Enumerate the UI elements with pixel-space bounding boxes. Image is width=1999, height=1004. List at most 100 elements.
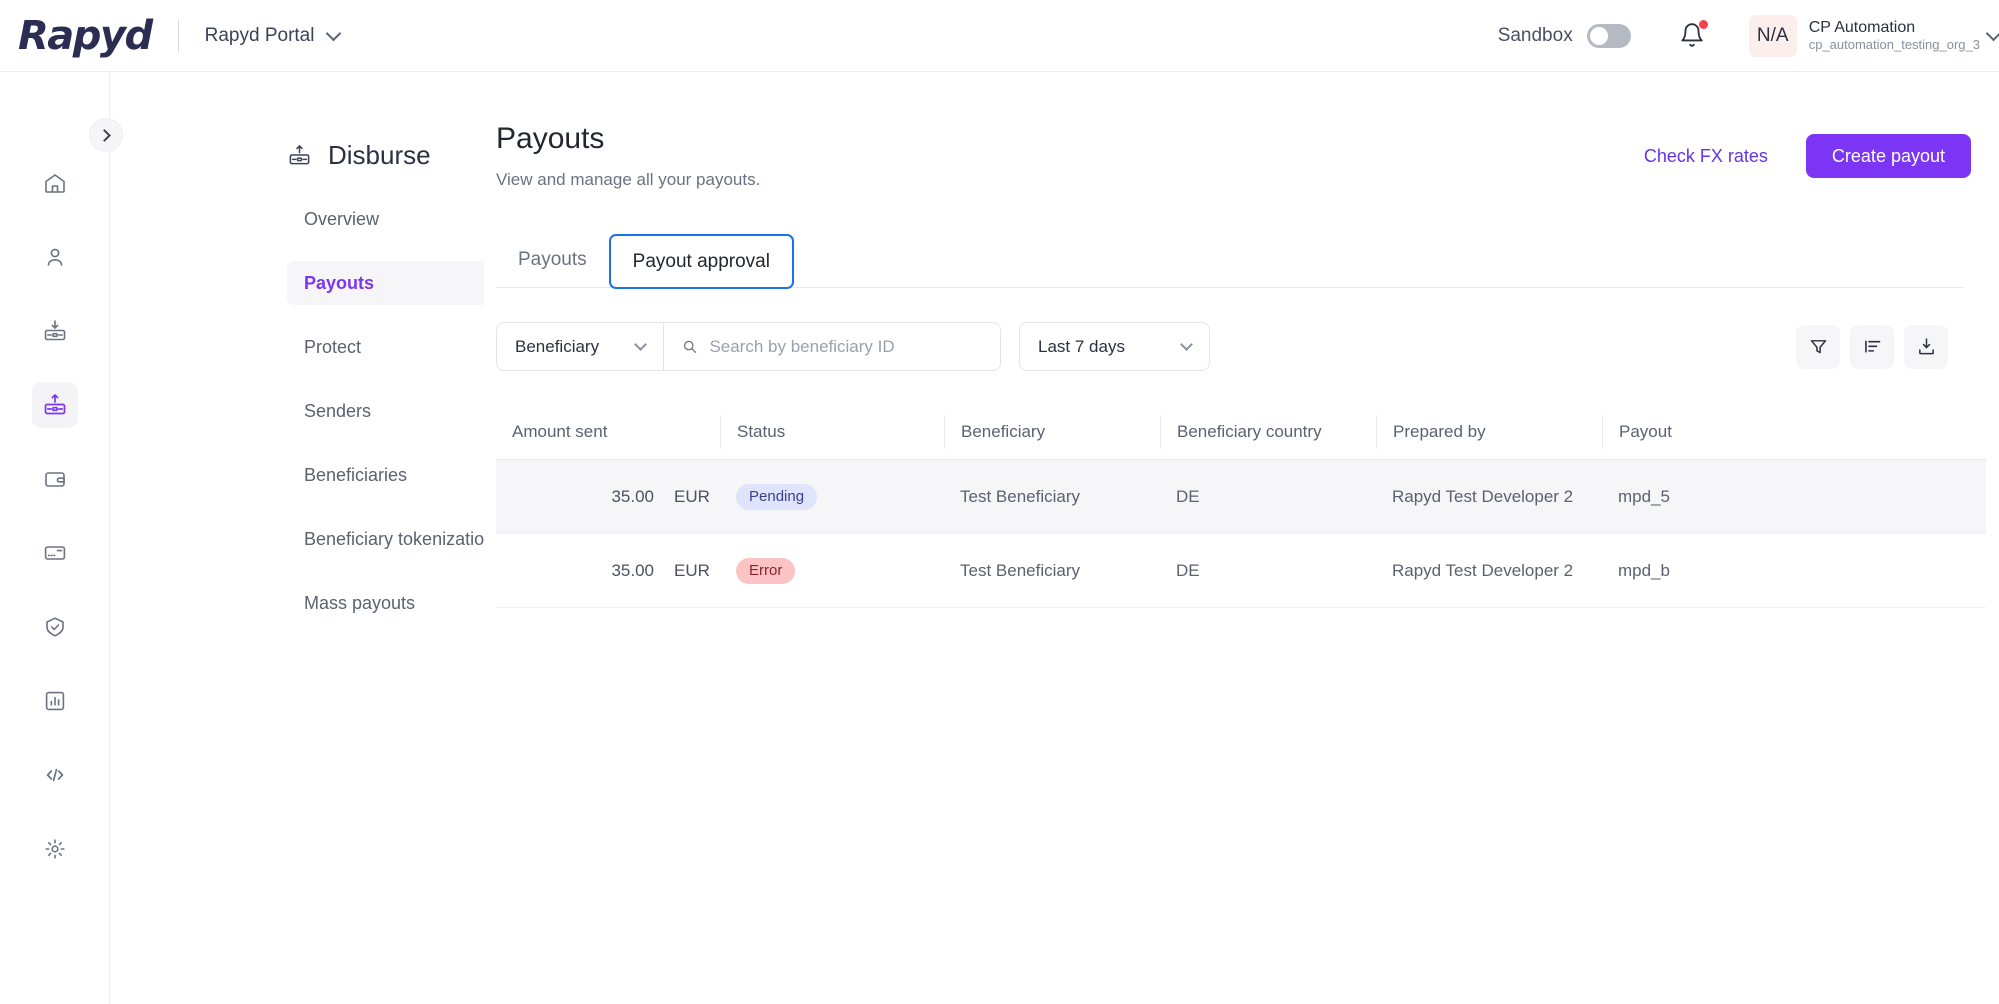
sort-button[interactable] [1850, 325, 1894, 369]
filter-button[interactable] [1796, 325, 1840, 369]
account-info[interactable]: CP Automation cp_automation_testing_org_… [1809, 19, 1980, 52]
sidebar-item-wallets[interactable] [32, 456, 78, 502]
date-range-value: Last 7 days [1038, 337, 1125, 357]
disburse-outbox-icon [42, 393, 68, 417]
amount-value: 35.00 [611, 487, 654, 507]
nav-label: Payouts [304, 273, 374, 294]
shield-check-icon [43, 615, 67, 639]
sidebar-expand-button[interactable] [89, 118, 123, 152]
filter-bar: Beneficiary Last 7 days [496, 322, 1976, 371]
create-payout-button[interactable]: Create payout [1806, 134, 1971, 178]
cell-status: Pending [720, 484, 944, 510]
column-header-beneficiary-country[interactable]: Beneficiary country [1160, 415, 1376, 449]
home-icon [43, 171, 67, 195]
column-header-prepared-by[interactable]: Prepared by [1376, 415, 1602, 449]
disburse-outbox-icon [287, 144, 312, 167]
search-combo: Beneficiary [496, 322, 1001, 371]
account-chevron-down-icon[interactable] [1986, 25, 1999, 41]
gear-icon [43, 837, 67, 861]
header-actions: Check FX rates Create payout [1644, 134, 1971, 178]
chevron-down-icon [634, 338, 647, 351]
cell-prepared-by: Rapyd Test Developer 2 [1376, 561, 1602, 581]
card-icon [43, 541, 67, 565]
portal-name: Rapyd Portal [205, 25, 315, 47]
download-icon [1916, 336, 1937, 357]
search-input[interactable] [709, 337, 982, 357]
secondary-nav: Disburse Overview Payouts Protect Sender… [111, 72, 484, 1004]
status-badge: Error [736, 558, 795, 584]
logo-text: Rapyd [18, 13, 152, 59]
cell-beneficiary: Test Beneficiary [944, 561, 1160, 581]
bar-chart-icon [43, 689, 67, 713]
date-range-select[interactable]: Last 7 days [1019, 322, 1210, 371]
check-fx-rates-link[interactable]: Check FX rates [1644, 146, 1768, 167]
secondary-nav-title-label: Disburse [328, 140, 431, 171]
sidebar-item-customers[interactable] [32, 234, 78, 280]
amount-currency: EUR [674, 561, 720, 581]
notification-dot [1699, 20, 1708, 29]
top-bar: Rapyd Rapyd Portal Sandbox N/A CP Automa… [0, 0, 1999, 72]
column-header-beneficiary[interactable]: Beneficiary [944, 415, 1160, 449]
nav-label: Beneficiary tokenization [304, 529, 494, 550]
divider [178, 19, 179, 53]
payouts-table: Amount sent Status Beneficiary Beneficia… [496, 405, 1986, 608]
toggle-knob [1590, 27, 1608, 45]
account-id: cp_automation_testing_org_3 [1809, 37, 1980, 52]
search-icon [682, 338, 697, 355]
person-icon [43, 245, 67, 269]
cell-status: Error [720, 558, 944, 584]
icon-rail [0, 72, 110, 1004]
notifications-button[interactable] [1679, 21, 1705, 51]
column-header-status[interactable]: Status [720, 415, 944, 449]
cell-prepared-by: Rapyd Test Developer 2 [1376, 487, 1602, 507]
collect-inbox-icon [42, 319, 68, 343]
tab-payout-approval[interactable]: Payout approval [609, 234, 794, 289]
funnel-icon [1808, 336, 1829, 357]
page-header: Payouts View and manage all your payouts… [484, 72, 1999, 190]
table-header-row: Amount sent Status Beneficiary Beneficia… [496, 405, 1986, 460]
chevron-down-icon[interactable] [326, 26, 342, 42]
nav-label: Senders [304, 401, 371, 422]
top-bar-right: Sandbox N/A CP Automation cp_automation_… [1498, 15, 1999, 57]
cell-amount-sent: 35.00 EUR [496, 561, 720, 581]
nav-label: Protect [304, 337, 361, 358]
sidebar-item-verify[interactable] [32, 604, 78, 650]
export-button[interactable] [1904, 325, 1948, 369]
rapyd-logo[interactable]: Rapyd [18, 13, 152, 59]
cell-amount-sent: 35.00 EUR [496, 487, 720, 507]
sidebar-item-cards[interactable] [32, 530, 78, 576]
account-name: CP Automation [1809, 19, 1980, 37]
status-badge: Pending [736, 484, 817, 510]
sandbox-label: Sandbox [1498, 25, 1573, 47]
sort-lines-icon [1862, 336, 1883, 357]
code-icon [43, 763, 67, 787]
column-header-payout[interactable]: Payout [1602, 415, 1802, 449]
search-field-wrap[interactable] [664, 323, 1000, 370]
cell-payout-id: mpd_5 [1602, 487, 1802, 507]
cell-beneficiary-country: DE [1160, 561, 1376, 581]
table-row[interactable]: 35.00 EUR Error Test Beneficiary DE Rapy… [496, 534, 1986, 608]
filter-field-select[interactable]: Beneficiary [497, 323, 664, 370]
sidebar-item-reports[interactable] [32, 678, 78, 724]
chevron-right-icon [98, 129, 111, 142]
wallet-icon [43, 467, 67, 491]
nav-label: Overview [304, 209, 379, 230]
sidebar-item-collect[interactable] [32, 308, 78, 354]
avatar: N/A [1749, 15, 1797, 57]
sandbox-toggle[interactable] [1587, 24, 1631, 48]
amount-currency: EUR [674, 487, 720, 507]
sidebar-item-developers[interactable] [32, 752, 78, 798]
sidebar-item-disburse[interactable] [32, 382, 78, 428]
cell-beneficiary-country: DE [1160, 487, 1376, 507]
cell-payout-id: mpd_b [1602, 561, 1802, 581]
nav-label: Beneficiaries [304, 465, 407, 486]
nav-label: Mass payouts [304, 593, 415, 614]
cell-beneficiary: Test Beneficiary [944, 487, 1160, 507]
filter-field-value: Beneficiary [515, 337, 599, 357]
tab-payouts[interactable]: Payouts [496, 250, 609, 287]
table-row[interactable]: 35.00 EUR Pending Test Beneficiary DE Ra… [496, 460, 1986, 534]
tab-bar: Payouts Payout approval [496, 234, 1964, 288]
column-header-amount-sent[interactable]: Amount sent [496, 415, 720, 449]
sidebar-item-home[interactable] [32, 160, 78, 206]
sidebar-item-settings[interactable] [32, 826, 78, 872]
